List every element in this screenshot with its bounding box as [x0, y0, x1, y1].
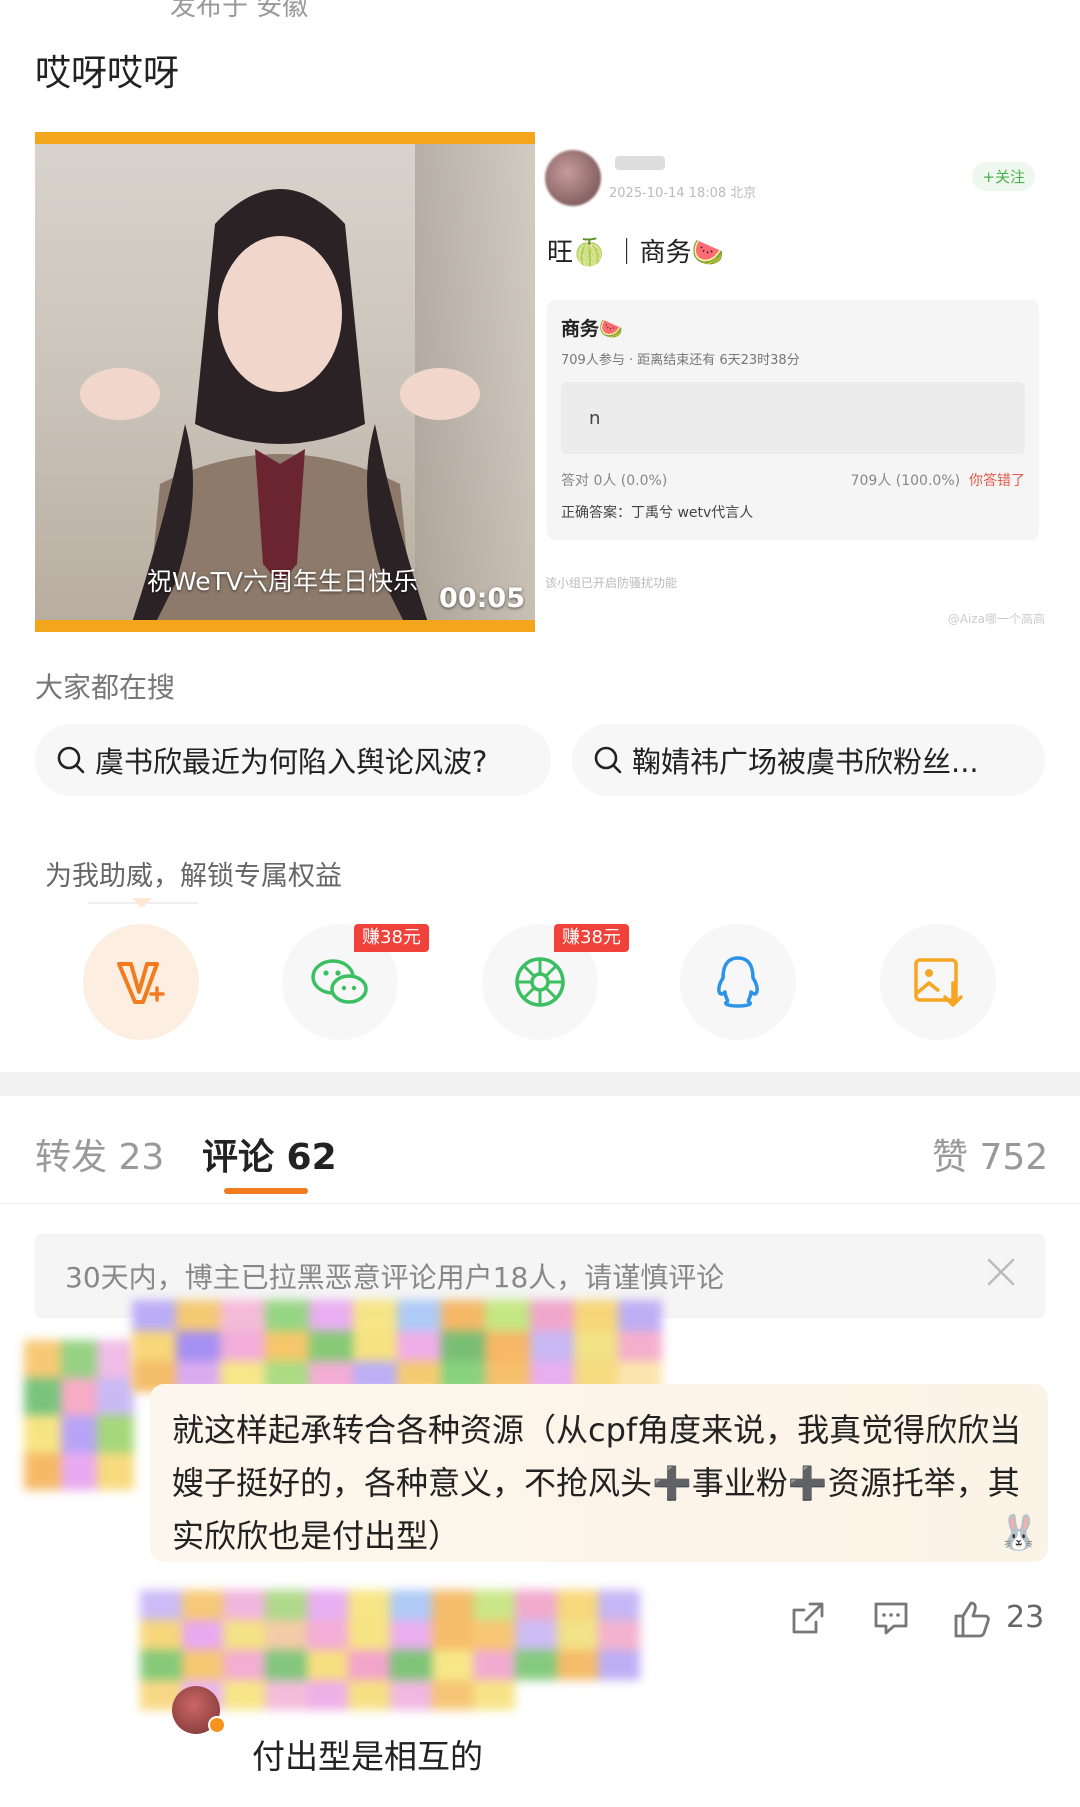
close-icon[interactable] [985, 1256, 1017, 1288]
quiz-answer: n [561, 382, 1025, 454]
like-icon[interactable] [952, 1600, 992, 1638]
save-image-button[interactable] [880, 924, 996, 1040]
tab-repost[interactable]: 转发 23 [35, 1128, 164, 1180]
bunny-sticker-icon: 🐰 [997, 1513, 1040, 1553]
search-chip-label: 鞠婧祎广场被虞书欣粉丝... [632, 745, 979, 779]
blurred-username [615, 156, 665, 170]
screenshot-watermark: @Aiza哪一个高高 [947, 612, 1045, 626]
comment-text: 就这样起承转合各种资源（从cpf角度来说，我真觉得欣欣当嫂子挺好的，各种意义，不… [172, 1411, 1022, 1555]
search-chip-1[interactable]: 虞书欣最近为何陷入舆论风波? [35, 724, 551, 796]
qq-icon [717, 956, 759, 1008]
search-chip-2[interactable]: 鞠婧祎广场被虞书欣粉丝... [572, 724, 1045, 796]
moments-icon [515, 957, 565, 1007]
search-chip-label: 虞书欣最近为何陷入舆论风波? [95, 745, 488, 779]
blurred-avatar [545, 150, 601, 206]
trending-search-title: 大家都在搜 [35, 671, 176, 704]
pixelated-reply-header [140, 1590, 640, 1710]
quiz-wrong-label: 你答错了 [969, 473, 1025, 489]
quiz-stat-wrong: 709人 (100.0%) [850, 473, 961, 489]
quiz-card: 商务🍉 709人参与 · 距离结束还有 6天23时38分 n 答对 0人 (0.… [547, 300, 1039, 540]
tab-comments[interactable]: 评论 62 [202, 1128, 337, 1180]
earn-badge-wechat: 赚38元 [354, 924, 429, 952]
video-thumbnail-image [80, 189, 480, 620]
like-count: 23 [1006, 1600, 1045, 1635]
verified-badge-icon [208, 1716, 226, 1734]
qq-share-button[interactable] [680, 924, 796, 1040]
notice-text: 30天内，博主已拉黑恶意评论用户18人，请谨慎评论 [65, 1261, 725, 1294]
screenshot-time: 2025-10-14 18:08 北京 [609, 186, 757, 201]
post-screenshot-image[interactable]: 2025-10-14 18:08 北京 +关注 旺🍈 ｜商务🍉 商务🍉 709人… [545, 132, 1045, 632]
comment-icon[interactable] [872, 1600, 910, 1636]
save-image-icon [914, 958, 963, 1007]
earn-badge-moments: 赚38元 [554, 924, 629, 952]
video-player[interactable]: 祝WeTV六周年生日快乐 00:05 [35, 132, 535, 632]
share-title: 为我助威，解锁专属权益 [45, 861, 342, 892]
quiz-title: 商务🍉 [561, 318, 623, 340]
screenshot-follow-label: +关注 [972, 162, 1035, 191]
quiz-stat-right: 答对 0人 (0.0%) [561, 473, 668, 489]
comment-bubble: 就这样起承转合各种资源（从cpf角度来说，我真觉得欣欣当嫂子挺好的，各种意义，不… [150, 1384, 1048, 1562]
video-duration: 00:05 [439, 583, 525, 614]
quiz-meta: 709人参与 · 距离结束还有 6天23时38分 [561, 353, 800, 368]
video-caption: 祝WeTV六周年生日快乐 [147, 567, 419, 596]
screenshot-headline: 旺🍈 ｜商务🍉 [547, 238, 725, 268]
post-text: 哎呀哎呀 [35, 53, 180, 94]
tab-likes[interactable]: 赞 752 [932, 1128, 1048, 1180]
screenshot-safe-note: 该小组已开启防骚扰功能 [545, 576, 678, 590]
pixelated-avatar [24, 1340, 134, 1490]
active-tab-indicator [224, 1188, 308, 1194]
vip-share-button[interactable] [83, 924, 199, 1040]
reply-text: 付出型是相互的 [252, 1737, 483, 1776]
pixelated-username [132, 1300, 662, 1392]
wechat-icon [311, 959, 368, 1004]
header-cut-text: 发布于 安徽 [170, 0, 309, 22]
vip-icon [117, 962, 165, 1004]
search-icon [57, 746, 85, 774]
quiz-correct-answer: 正确答案：丁禹兮 wetv代言人 [561, 505, 754, 521]
search-icon [594, 746, 622, 774]
repost-icon[interactable] [790, 1600, 826, 1636]
